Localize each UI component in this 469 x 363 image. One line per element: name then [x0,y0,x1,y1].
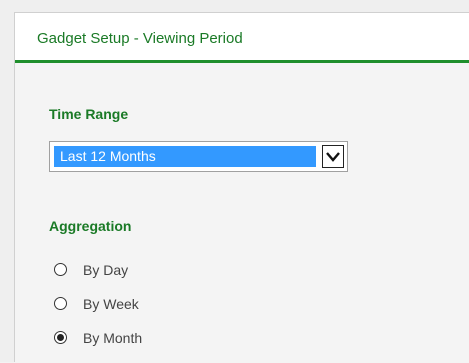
radio-label-by-month: By Month [83,330,143,346]
panel-title: Gadget Setup - Viewing Period [37,30,243,47]
radio-label-by-week: By Week [83,296,139,312]
radio-button-by-month[interactable] [54,331,67,344]
radio-button-by-week[interactable] [54,297,67,310]
time-range-select[interactable]: Last 12 Months [49,141,348,172]
setup-panel: Gadget Setup - Viewing Period Time Range… [14,12,469,363]
chevron-down-icon [326,152,340,162]
time-range-selected-value: Last 12 Months [54,146,316,167]
gadget-setup-window: Gadget Setup - Viewing Period Time Range… [0,0,469,363]
panel-header: Gadget Setup - Viewing Period [15,13,469,63]
dropdown-arrow-button[interactable] [322,145,344,168]
radio-button-by-day[interactable] [54,263,67,276]
time-range-label: Time Range [49,106,129,122]
aggregation-label: Aggregation [49,218,132,234]
panel-content: Time Range Last 12 Months Aggregation By… [15,63,469,363]
radio-label-by-day: By Day [83,262,129,278]
